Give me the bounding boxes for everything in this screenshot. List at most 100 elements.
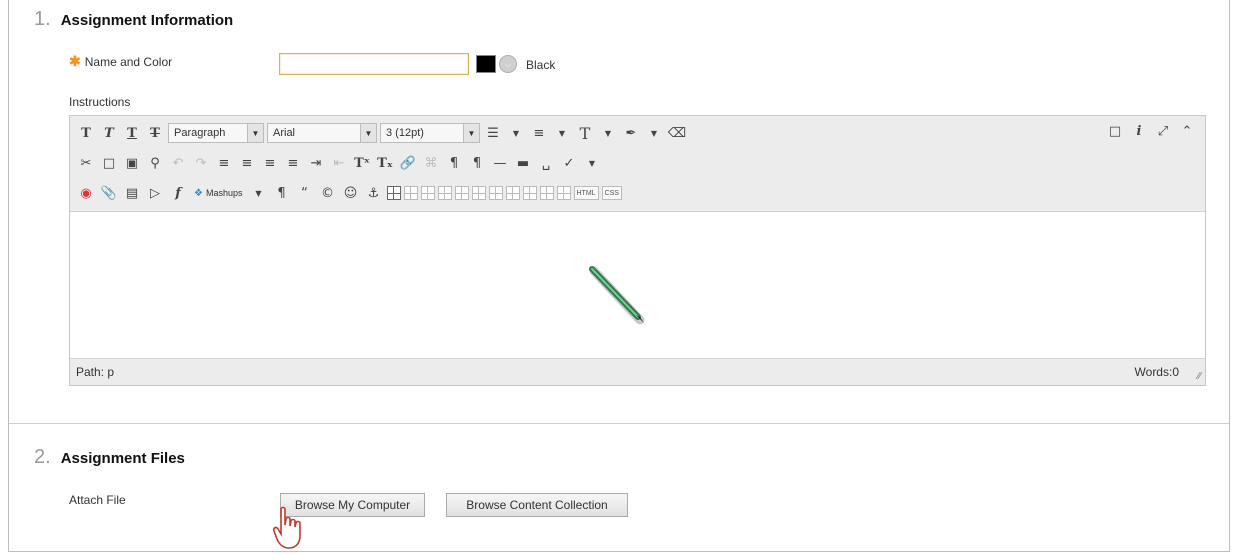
mashups-menu[interactable]: ❖ Mashups (191, 183, 246, 203)
mashups-icon: ❖ (194, 187, 203, 199)
anchor-icon[interactable]: ⚓ (364, 183, 384, 203)
superscript-icon[interactable]: Tˣ (352, 153, 372, 173)
word-count: Words:0 (1134, 365, 1179, 379)
redo-icon[interactable]: ↷ (191, 153, 211, 173)
attach-file-label: Attach File (69, 493, 126, 507)
font-family-select[interactable]: Arial ▼ (267, 123, 377, 143)
insert-table-icon[interactable] (386, 186, 401, 200)
section-title: Assignment Information (60, 12, 234, 29)
browse-content-collection-button[interactable]: Browse Content Collection (446, 493, 628, 517)
spellcheck-icon[interactable]: ✓ (559, 153, 579, 173)
insert-row-before-icon[interactable] (437, 186, 452, 200)
editor-toolbar: T T T T Paragraph ▼ Arial ▼ 3 (12pt) ▼ ☰… (70, 116, 1205, 212)
ltr-icon[interactable]: ¶ (444, 153, 464, 173)
mashups-dropdown-icon[interactable]: ▼ (249, 183, 269, 203)
split-cells-icon[interactable] (539, 186, 554, 200)
paragraph-format-select[interactable]: Paragraph ▼ (168, 123, 264, 143)
section-number: 1. (34, 8, 51, 30)
hand-pointer-cursor-icon (273, 506, 301, 549)
resize-handle-icon[interactable]: ∕∕ (1198, 371, 1201, 382)
indent-icon[interactable]: ⇥ (306, 153, 326, 173)
color-name: Black (526, 58, 556, 72)
insert-col-before-icon[interactable] (488, 186, 503, 200)
dropdown-arrow-icon: ▼ (463, 124, 479, 142)
align-left-icon[interactable]: ≡ (214, 153, 234, 173)
mashups-label: Mashups (205, 188, 243, 198)
thick-rule-icon[interactable]: ▬ (513, 153, 533, 173)
underline-icon[interactable]: T (122, 123, 142, 143)
blockquote-icon[interactable]: “ (295, 183, 315, 203)
copy-icon[interactable]: □ (99, 153, 119, 173)
font-select-value: Arial (273, 127, 296, 139)
numbered-list-icon[interactable]: ≡ (529, 123, 549, 143)
outdent-icon[interactable]: ⇤ (329, 153, 349, 173)
math-formula-icon[interactable]: f (168, 183, 188, 203)
unlink-icon[interactable]: ⌘ (421, 153, 441, 173)
name-label-text: Name and Color (84, 55, 173, 69)
editor-statusbar: Path: p Words:0 ∕∕ (70, 358, 1205, 385)
align-center-icon[interactable]: ≡ (237, 153, 257, 173)
color-swatch[interactable] (476, 55, 496, 73)
dropdown-arrow-icon: ▼ (247, 124, 263, 142)
merge-cells-icon[interactable] (556, 186, 571, 200)
table-cell-props-icon[interactable] (420, 186, 435, 200)
image-icon[interactable]: ▤ (122, 183, 142, 203)
size-select-value: 3 (12pt) (386, 127, 424, 139)
section-number: 2. (34, 446, 51, 468)
insert-col-after-icon[interactable] (505, 186, 520, 200)
section-1-header: 1. Assignment Information (34, 8, 233, 31)
find-icon[interactable]: ⚲ (145, 153, 165, 173)
preview-monitor-icon[interactable]: □ (1105, 121, 1125, 141)
emoticon-icon[interactable]: ☺ (341, 183, 361, 203)
spellcheck-dropdown-icon[interactable]: ▼ (582, 153, 602, 173)
pen-cursor-icon (589, 266, 645, 325)
path-label: Path: p (76, 365, 115, 379)
insert-row-after-icon[interactable] (454, 186, 469, 200)
subscript-icon[interactable]: Tₓ (375, 153, 395, 173)
numbered-list-dropdown-icon[interactable]: ▼ (552, 123, 572, 143)
media-icon[interactable]: ▷ (145, 183, 165, 203)
undo-icon[interactable]: ↶ (168, 153, 188, 173)
bullet-list-icon[interactable]: ☰ (483, 123, 503, 143)
link-icon[interactable]: 🔗 (398, 153, 418, 173)
collapse-toolbar-icon[interactable]: ⌃ (1177, 121, 1197, 141)
html-source-button[interactable]: HTML (573, 186, 599, 200)
italic-icon[interactable]: T (99, 123, 119, 143)
dropdown-arrow-icon: ▼ (360, 124, 376, 142)
bullet-list-dropdown-icon[interactable]: ▼ (506, 123, 526, 143)
copyright-icon[interactable]: © (318, 183, 338, 203)
instructions-label: Instructions (69, 95, 131, 109)
section-divider (9, 423, 1229, 424)
strikethrough-icon[interactable]: T (145, 123, 165, 143)
align-right-icon[interactable]: ≡ (260, 153, 280, 173)
horizontal-rule-icon[interactable]: — (490, 153, 510, 173)
format-select-value: Paragraph (174, 127, 226, 139)
required-icon: ✱ (69, 53, 81, 69)
nonbreaking-space-icon[interactable]: ␣ (536, 153, 556, 173)
rtl-icon[interactable]: ¶ (467, 153, 487, 173)
record-icon[interactable]: ◉ (76, 183, 96, 203)
paste-icon[interactable]: ▣ (122, 153, 142, 173)
paragraph-mark-icon[interactable]: ¶ (272, 183, 292, 203)
instructions-editor: T T T T Paragraph ▼ Arial ▼ 3 (12pt) ▼ ☰… (69, 115, 1206, 386)
text-color-dropdown-icon[interactable]: ▼ (598, 123, 618, 143)
delete-col-icon[interactable] (522, 186, 537, 200)
delete-row-icon[interactable] (471, 186, 486, 200)
css-button[interactable]: CSS (601, 186, 622, 200)
bold-icon[interactable]: T (76, 123, 96, 143)
info-icon[interactable]: i (1129, 121, 1149, 141)
table-row-props-icon[interactable] (403, 186, 418, 200)
highlight-dropdown-icon[interactable]: ▼ (644, 123, 664, 143)
highlight-pen-icon[interactable]: ✒ (621, 123, 641, 143)
text-color-icon[interactable]: T (575, 123, 595, 143)
section-2-header: 2. Assignment Files (34, 446, 185, 469)
section-title: Assignment Files (60, 450, 185, 467)
font-size-select[interactable]: 3 (12pt) ▼ (380, 123, 480, 143)
fullscreen-icon[interactable]: ⤢ (1153, 121, 1173, 141)
color-picker-chevron-icon[interactable]: ⌵ (499, 55, 517, 73)
attachment-icon[interactable]: 📎 (99, 183, 119, 203)
assignment-name-input[interactable] (279, 53, 469, 75)
align-justify-icon[interactable]: ≡ (283, 153, 303, 173)
eraser-icon[interactable]: ⌫ (667, 123, 687, 143)
cut-icon[interactable]: ✂ (76, 153, 96, 173)
